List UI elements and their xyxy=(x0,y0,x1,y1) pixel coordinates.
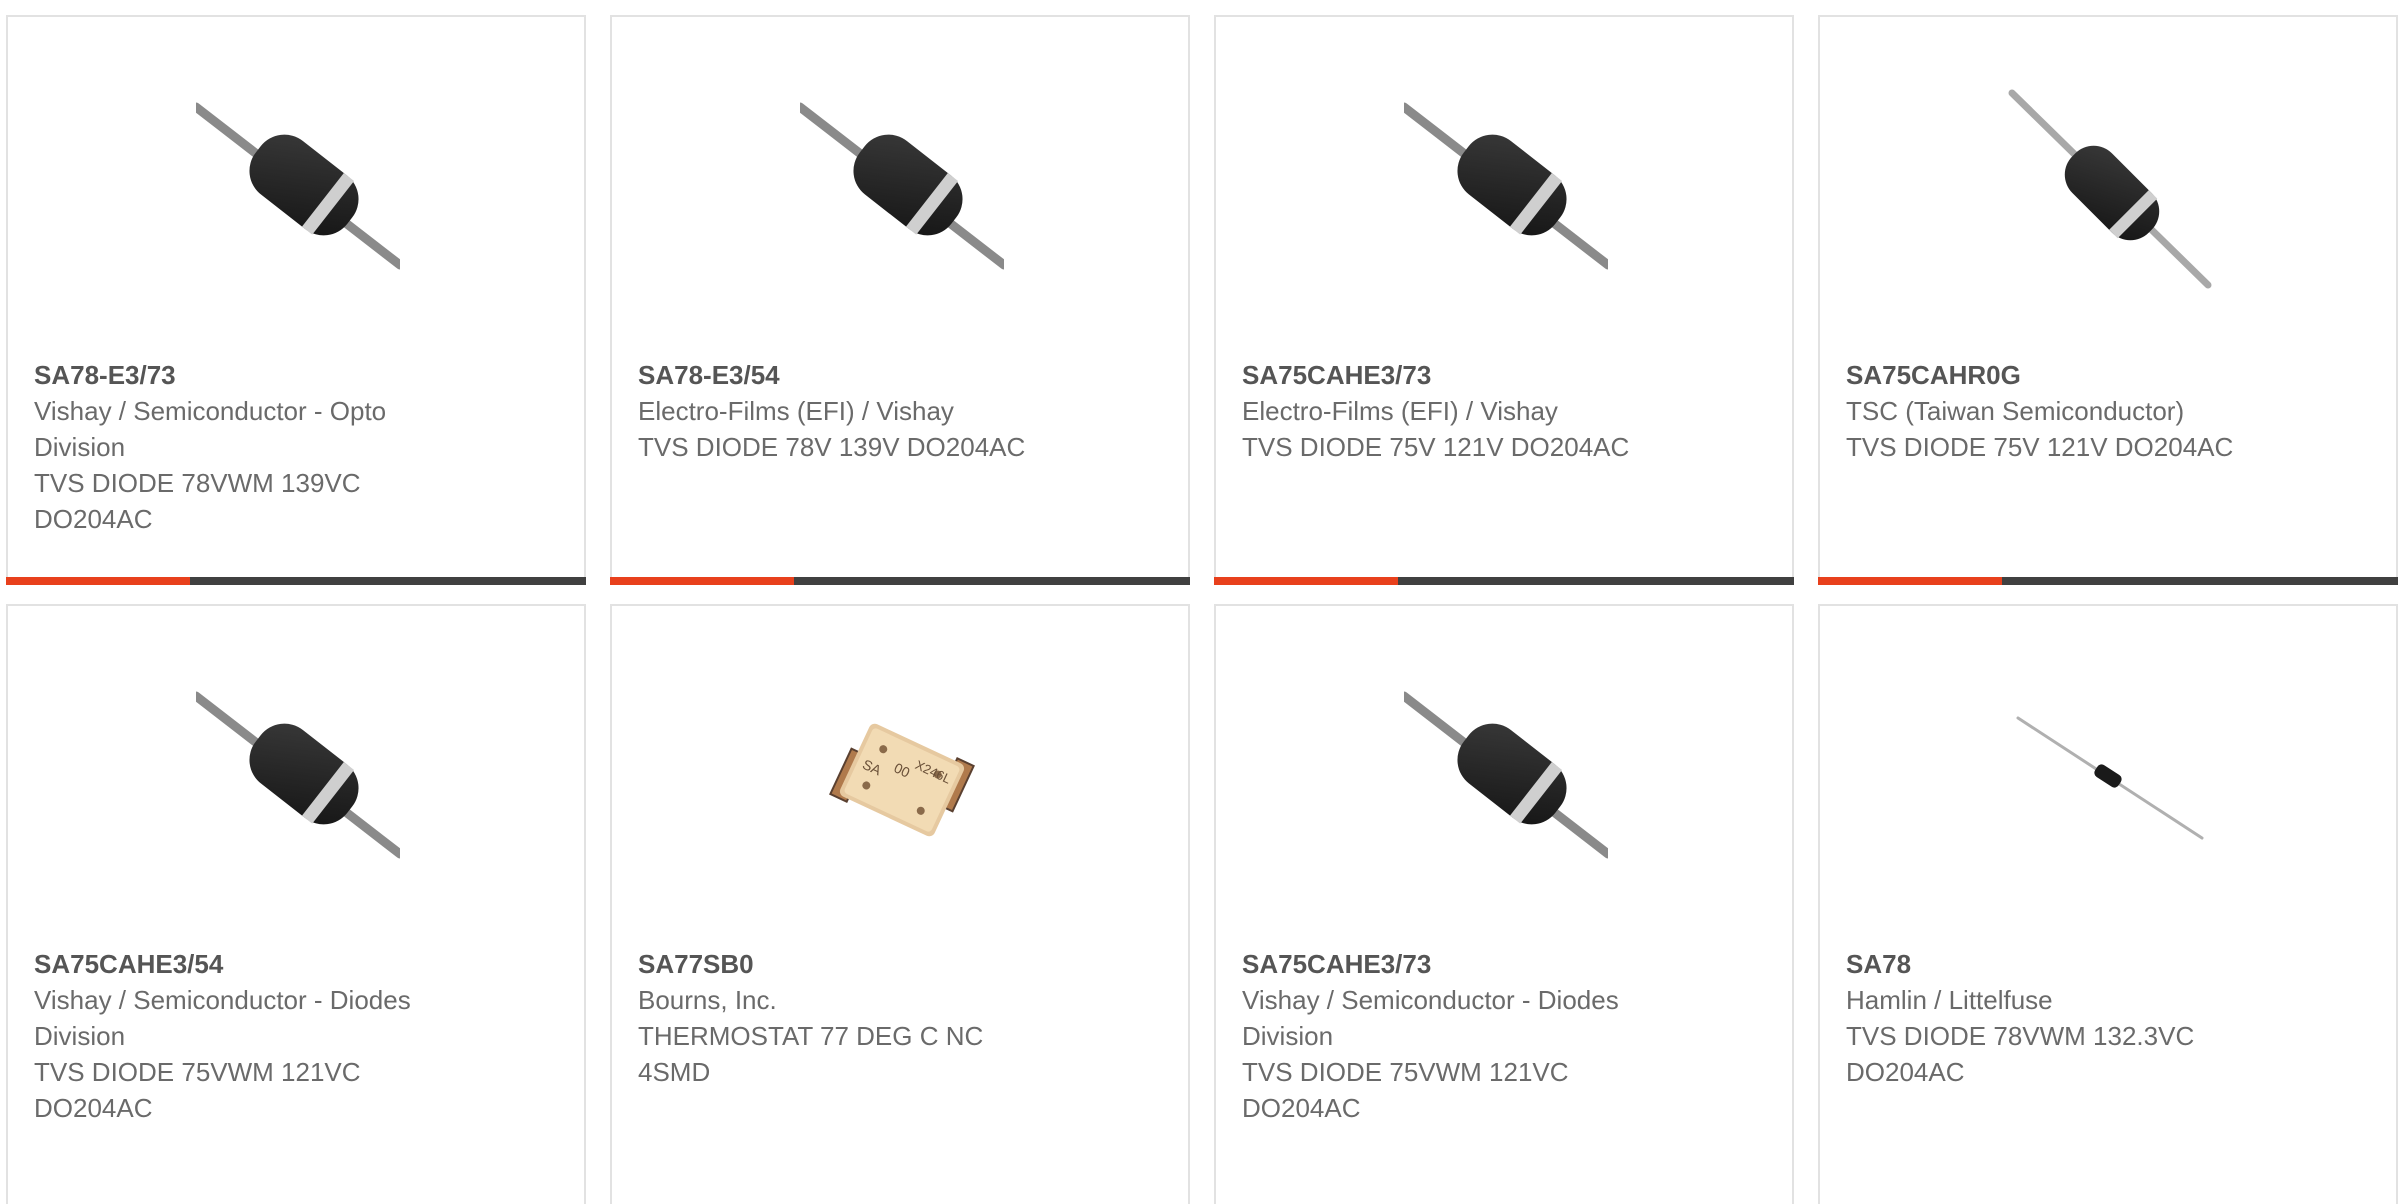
part-number[interactable]: SA75CAHE3/73 xyxy=(1242,357,1662,393)
accent-bar xyxy=(1214,577,1398,585)
description: THERMOSTAT 77 DEG C NC 4SMD xyxy=(638,1021,984,1087)
card-footer-bar xyxy=(1214,577,1794,585)
product-card[interactable]: SA78 Hamlin / Littelfuse TVS DIODE 78VWM… xyxy=(1818,604,2398,1204)
manufacturer: Hamlin / Littelfuse xyxy=(1846,985,2053,1015)
product-info: SA75CAHE3/73 Electro-Films (EFI) / Visha… xyxy=(1242,357,1662,465)
product-card[interactable]: SA78-E3/73 Vishay / Semiconductor - Opto… xyxy=(6,15,586,585)
axial-diode-icon xyxy=(1404,102,1608,270)
axial-diode-icon xyxy=(196,691,400,859)
product-image[interactable] xyxy=(2008,89,2212,289)
manufacturer: Electro-Films (EFI) / Vishay xyxy=(1242,396,1558,426)
description: TVS DIODE 75V 121V DO204AC xyxy=(1242,432,1630,462)
product-info: SA77SB0 Bourns, Inc. THERMOSTAT 77 DEG C… xyxy=(638,946,1058,1090)
manufacturer: Vishay / Semiconductor - Diodes Division xyxy=(1242,985,1619,1051)
product-image[interactable] xyxy=(196,678,400,878)
product-info: SA75CAHR0G TSC (Taiwan Semiconductor) TV… xyxy=(1846,357,2266,465)
product-card[interactable]: SA78-E3/54 Electro-Films (EFI) / Vishay … xyxy=(610,15,1190,585)
part-number[interactable]: SA75CAHE3/54 xyxy=(34,946,454,982)
description: TVS DIODE 78VWM 132.3VC DO204AC xyxy=(1846,1021,2195,1087)
manufacturer: TSC (Taiwan Semiconductor) xyxy=(1846,396,2185,426)
product-image[interactable] xyxy=(2008,678,2212,878)
product-image[interactable] xyxy=(800,89,1004,289)
part-number[interactable]: SA75CAHR0G xyxy=(1846,357,2266,393)
product-card[interactable]: SA75CAHE3/73 Electro-Films (EFI) / Visha… xyxy=(1214,15,1794,585)
product-grid: SA78-E3/73 Vishay / Semiconductor - Opto… xyxy=(0,0,2400,1204)
axial-diode-icon xyxy=(2008,89,2212,289)
manufacturer: Vishay / Semiconductor - Diodes Division xyxy=(34,985,411,1051)
description: TVS DIODE 75VWM 121VC DO204AC xyxy=(34,1057,361,1123)
smd-thermostat-icon: SA 00 X246L xyxy=(829,723,975,837)
accent-bar xyxy=(610,577,794,585)
product-card[interactable]: SA75CAHE3/54 Vishay / Semiconductor - Di… xyxy=(6,604,586,1204)
description: TVS DIODE 75V 121V DO204AC xyxy=(1846,432,2234,462)
description: TVS DIODE 78V 139V DO204AC xyxy=(638,432,1026,462)
description: TVS DIODE 75VWM 121VC DO204AC xyxy=(1242,1057,1569,1123)
manufacturer: Vishay / Semiconductor - Opto Division xyxy=(34,396,387,462)
product-image[interactable]: SA 00 X246L xyxy=(800,678,1004,878)
axial-diode-icon xyxy=(196,102,400,270)
manufacturer: Bourns, Inc. xyxy=(638,985,777,1015)
product-info: SA78 Hamlin / Littelfuse TVS DIODE 78VWM… xyxy=(1846,946,2266,1090)
product-image[interactable] xyxy=(1404,678,1608,878)
product-info: SA78-E3/54 Electro-Films (EFI) / Vishay … xyxy=(638,357,1058,465)
accent-bar xyxy=(1818,577,2002,585)
card-footer-bar xyxy=(610,577,1190,585)
product-image[interactable] xyxy=(196,89,400,289)
card-footer-bar xyxy=(1818,577,2398,585)
part-number[interactable]: SA77SB0 xyxy=(638,946,1058,982)
axial-diode-icon xyxy=(1404,691,1608,859)
card-footer-bar xyxy=(6,577,586,585)
part-number[interactable]: SA78-E3/73 xyxy=(34,357,454,393)
accent-bar xyxy=(6,577,190,585)
product-image[interactable] xyxy=(1404,89,1608,289)
product-info: SA75CAHE3/73 Vishay / Semiconductor - Di… xyxy=(1242,946,1662,1126)
description: TVS DIODE 78VWM 139VC DO204AC xyxy=(34,468,361,534)
product-info: SA78-E3/73 Vishay / Semiconductor - Opto… xyxy=(34,357,454,537)
axial-diode-icon xyxy=(800,102,1004,270)
product-card[interactable]: SA75CAHE3/73 Vishay / Semiconductor - Di… xyxy=(1214,604,1794,1204)
product-info: SA75CAHE3/54 Vishay / Semiconductor - Di… xyxy=(34,946,454,1126)
product-card[interactable]: SA75CAHR0G TSC (Taiwan Semiconductor) TV… xyxy=(1818,15,2398,585)
part-number[interactable]: SA78-E3/54 xyxy=(638,357,1058,393)
part-number[interactable]: SA75CAHE3/73 xyxy=(1242,946,1662,982)
part-number[interactable]: SA78 xyxy=(1846,946,2266,982)
product-card[interactable]: SA 00 X246L SA77SB0 Bourns, Inc. THERMOS… xyxy=(610,604,1190,1204)
axial-diode-icon xyxy=(2016,716,2204,840)
manufacturer: Electro-Films (EFI) / Vishay xyxy=(638,396,954,426)
